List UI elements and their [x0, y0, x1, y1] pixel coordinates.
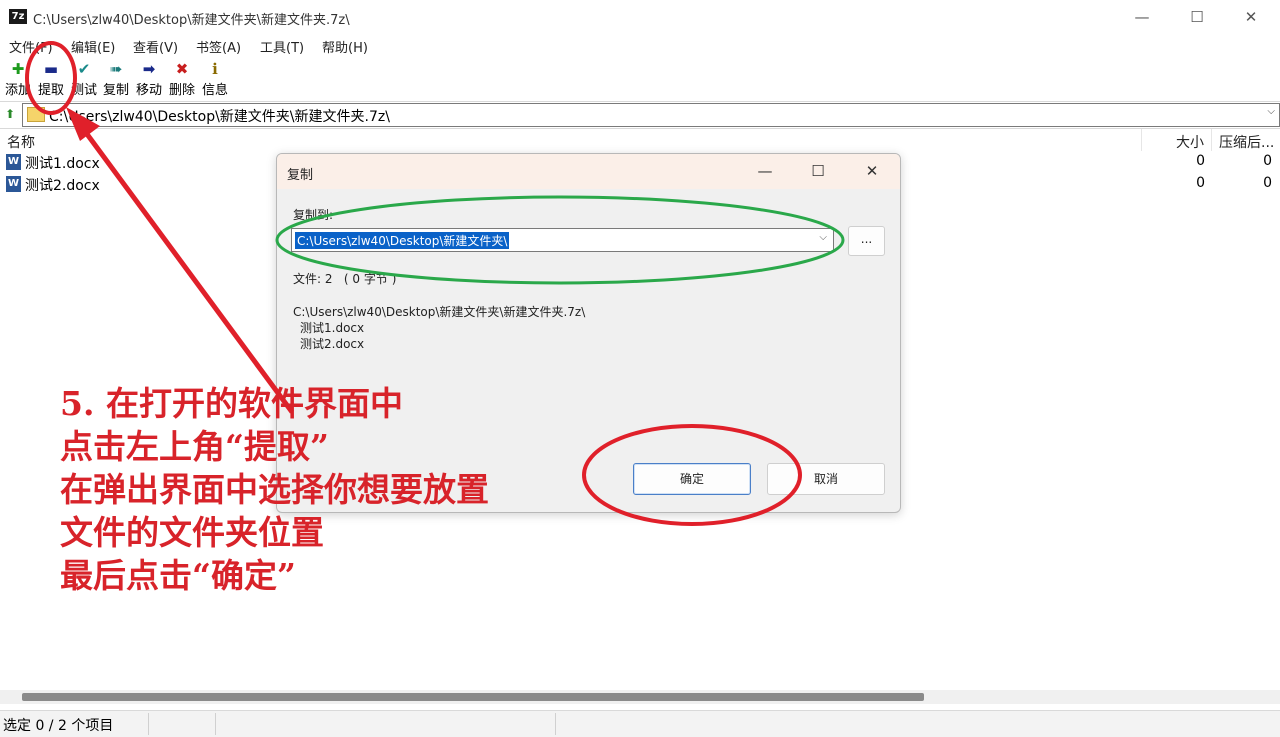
browse-button[interactable]: ... — [848, 226, 885, 256]
file-list-header: 名称 大小 压缩后... — [0, 129, 1280, 151]
title-bar: 7z C:\Users\zlw40\Desktop\新建文件夹\新建文件夹.7z… — [0, 0, 1280, 35]
cancel-button[interactable]: 取消 — [767, 463, 885, 495]
file-name: 测试2.docx — [25, 178, 100, 194]
app-7z-icon: 7z — [9, 9, 27, 24]
chevron-down-icon[interactable]: ⌵ — [819, 232, 827, 243]
menu-bookmarks[interactable]: 书签(A) — [196, 37, 241, 56]
ok-button[interactable]: 确定 — [633, 463, 751, 495]
dialog-close-button[interactable]: ✕ — [845, 154, 899, 189]
status-bar: 选定 0 / 2 个项目 — [0, 710, 1280, 737]
column-packed-size[interactable]: 压缩后... — [1219, 132, 1274, 152]
status-divider — [148, 713, 149, 735]
address-row: ⬆ C:\Users\zlw40\Desktop\新建文件夹\新建文件夹.7z\… — [0, 101, 1280, 129]
word-doc-icon: W — [6, 154, 21, 170]
copy-arrow-icon: ➠ — [109, 60, 123, 78]
window-title: C:\Users\zlw40\Desktop\新建文件夹\新建文件夹.7z\ — [33, 13, 350, 28]
horizontal-scrollbar[interactable] — [0, 690, 1280, 704]
source-file-item: 测试2.docx — [300, 337, 365, 351]
file-size: 0 — [1196, 175, 1205, 191]
delete-icon: ✖ — [175, 60, 189, 78]
plus-icon: ✚ — [11, 60, 25, 78]
annotation-line: 文件的文件夹位置 — [60, 513, 324, 552]
menu-view[interactable]: 查看(V) — [133, 37, 178, 56]
files-count-info: 文件: 2 ( 0 字节 ) — [293, 272, 397, 286]
annotation-line: 在弹出界面中选择你想要放置 — [60, 470, 489, 509]
folder-icon — [27, 107, 45, 122]
annotation-line: 5. 在打开的软件界面中 — [60, 384, 403, 423]
destination-combobox[interactable]: C:\Users\zlw40\Desktop\新建文件夹\ ⌵ — [291, 228, 834, 252]
close-button[interactable]: ✕ — [1224, 0, 1278, 35]
minus-icon: ▬ — [43, 60, 59, 78]
scrollbar-thumb[interactable] — [22, 693, 924, 701]
menu-tools[interactable]: 工具(T) — [260, 37, 304, 56]
file-name: 测试1.docx — [25, 156, 100, 172]
dialog-maximize-button[interactable]: ☐ — [791, 154, 845, 189]
file-packed-size: 0 — [1263, 153, 1272, 169]
file-size: 0 — [1196, 153, 1205, 169]
status-text: 选定 0 / 2 个项目 — [3, 718, 114, 734]
copy-to-label: 复制到: — [293, 208, 334, 222]
address-path[interactable]: C:\Users\zlw40\Desktop\新建文件夹\新建文件夹.7z\ — [49, 106, 390, 126]
source-archive-path: C:\Users\zlw40\Desktop\新建文件夹\新建文件夹.7z\ — [293, 305, 586, 319]
dialog-title: 复制 — [287, 168, 314, 183]
file-packed-size: 0 — [1263, 175, 1272, 191]
move-arrow-icon: ➡ — [142, 60, 156, 78]
dialog-title-bar: 复制 — ☐ ✕ — [277, 154, 900, 189]
annotation-line: 最后点击“确定” — [60, 556, 296, 595]
annotation-line: 点击左上角“提取” — [60, 427, 329, 466]
column-divider[interactable] — [1211, 129, 1212, 151]
info-button[interactable]: ℹ 信息 — [198, 59, 232, 99]
annotation-instructions: 5. 在打开的软件界面中 点击左上角“提取” 在弹出界面中选择你想要放置 文件的… — [60, 382, 489, 597]
menu-edit[interactable]: 编辑(E) — [71, 37, 115, 56]
chevron-down-icon[interactable]: ⌵ — [1267, 106, 1275, 117]
column-size[interactable]: 大小 — [1176, 132, 1204, 152]
check-icon: ✔ — [77, 60, 91, 78]
column-name[interactable]: 名称 — [7, 132, 35, 152]
status-divider — [555, 713, 556, 735]
column-divider[interactable] — [1141, 129, 1142, 151]
dialog-minimize-button[interactable]: — — [738, 154, 792, 189]
status-divider — [215, 713, 216, 735]
toolbar: ✚ 添加 ▬ 提取 ✔ 测试 ➠ 复制 ➡ 移动 ✖ 删除 ℹ 信息 — [0, 57, 1280, 100]
info-button-label: 信息 — [201, 83, 228, 98]
menu-bar: 文件(F) 编辑(E) 查看(V) 书签(A) 工具(T) 帮助(H) — [0, 35, 1280, 57]
menu-file[interactable]: 文件(F) — [9, 37, 53, 56]
address-combobox[interactable]: C:\Users\zlw40\Desktop\新建文件夹\新建文件夹.7z\ ⌵ — [22, 103, 1280, 127]
source-file-item: 测试1.docx — [300, 321, 365, 335]
word-doc-icon: W — [6, 176, 21, 192]
info-icon: ℹ — [212, 60, 218, 78]
destination-path-input[interactable]: C:\Users\zlw40\Desktop\新建文件夹\ — [295, 232, 510, 249]
up-folder-icon[interactable]: ⬆ — [2, 105, 18, 123]
maximize-button[interactable]: ☐ — [1170, 0, 1224, 35]
menu-help[interactable]: 帮助(H) — [322, 37, 368, 56]
minimize-button[interactable]: — — [1115, 0, 1169, 35]
